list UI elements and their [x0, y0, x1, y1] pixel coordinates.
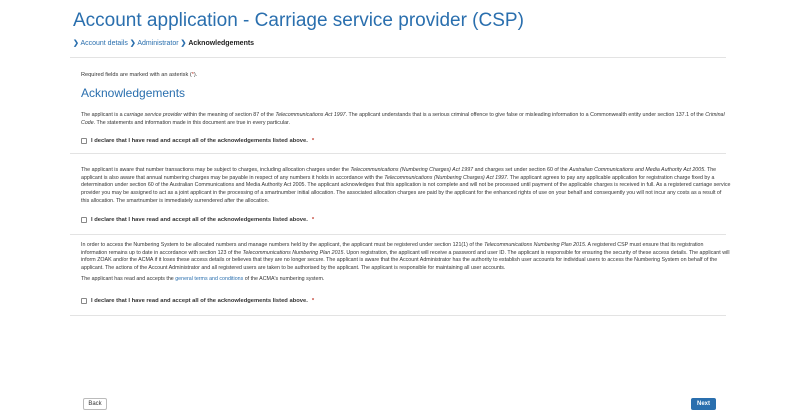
italic-reference: Australian Communications and Media Auth… — [569, 167, 705, 174]
terms-paragraph: The applicant has read and accepts the g… — [81, 276, 731, 284]
paragraph-text: and charges set under section 60 of the — [473, 167, 570, 174]
required-fields-note: Required fields are marked with an aster… — [81, 72, 731, 79]
paragraph-text: The applicant is aware that number trans… — [81, 167, 351, 174]
paragraph-text: In order to access the Numbering System … — [81, 242, 485, 249]
declaration-label: I declare that I have read and accept al… — [91, 217, 308, 224]
declaration-label: I declare that I have read and accept al… — [91, 298, 308, 305]
back-button[interactable]: Back — [83, 398, 107, 410]
required-note-text: Required fields are marked with an aster… — [81, 72, 192, 78]
declaration-row[interactable]: I declare that I have read and accept al… — [81, 217, 731, 224]
italic-reference: Telecommunications Numbering Plan 2015 — [242, 249, 344, 256]
breadcrumb: ❯ Account details ❯ Administrator ❯ Ackn… — [73, 39, 731, 49]
breadcrumb-account-details[interactable]: Account details — [80, 40, 127, 47]
declaration-row[interactable]: I declare that I have read and accept al… — [81, 298, 731, 305]
acknowledgement-paragraph: In order to access the Numbering System … — [81, 242, 731, 272]
terms-text: The applicant has read and accepts the — [81, 275, 176, 282]
declaration-label: I declare that I have read and accept al… — [91, 138, 308, 145]
divider — [70, 315, 726, 317]
page-title: Account application - Carriage service p… — [73, 10, 524, 31]
acknowledgement-paragraph: The applicant is a carriage service prov… — [81, 112, 731, 127]
section-heading: Acknowledgements — [81, 86, 186, 100]
paragraph-text: within the meaning of section 87 of the — [182, 112, 276, 118]
declaration-row[interactable]: I declare that I have read and accept al… — [81, 138, 731, 145]
divider — [70, 234, 726, 236]
breadcrumb-administrator[interactable]: Administrator — [137, 40, 178, 47]
breadcrumb-current: Acknowledgements — [188, 40, 255, 47]
italic-reference: Telecommunications (Numbering Charges) A… — [350, 167, 474, 174]
acknowledgement-paragraph: The applicant is aware that number trans… — [81, 167, 731, 205]
chevron-right-icon: ❯ — [180, 40, 187, 47]
paragraph-text: . The applicant understands that is a se… — [345, 112, 706, 118]
terms-text: of the ACMA's numbering system. — [243, 275, 325, 282]
next-button[interactable]: Next — [691, 398, 716, 410]
divider — [70, 153, 726, 155]
chevron-right-icon: ❯ — [129, 40, 136, 47]
declaration-checkbox[interactable] — [81, 298, 87, 305]
chevron-right-icon: ❯ — [73, 40, 79, 47]
terms-link[interactable]: general terms and conditions — [175, 276, 243, 282]
declaration-checkbox[interactable] — [81, 138, 87, 145]
required-note-suffix: ). — [193, 72, 198, 78]
required-asterisk: * — [311, 138, 315, 145]
declaration-checkbox[interactable] — [81, 217, 87, 224]
application-page: Account application - Carriage service p… — [0, 9, 800, 417]
required-asterisk: * — [311, 217, 315, 224]
paragraph-text: . The statements and information made in… — [93, 119, 290, 126]
italic-reference: carriage service provider — [124, 112, 182, 118]
italic-reference: Telecommunications Act 1997 — [275, 112, 346, 118]
required-asterisk: * — [311, 298, 315, 305]
italic-reference: Telecommunications (Numbering Charges) A… — [384, 174, 507, 181]
italic-reference: Telecommunications Numbering Plan 2015 — [484, 242, 585, 249]
paragraph-text: The applicant is a — [81, 112, 124, 118]
divider — [70, 57, 726, 58]
